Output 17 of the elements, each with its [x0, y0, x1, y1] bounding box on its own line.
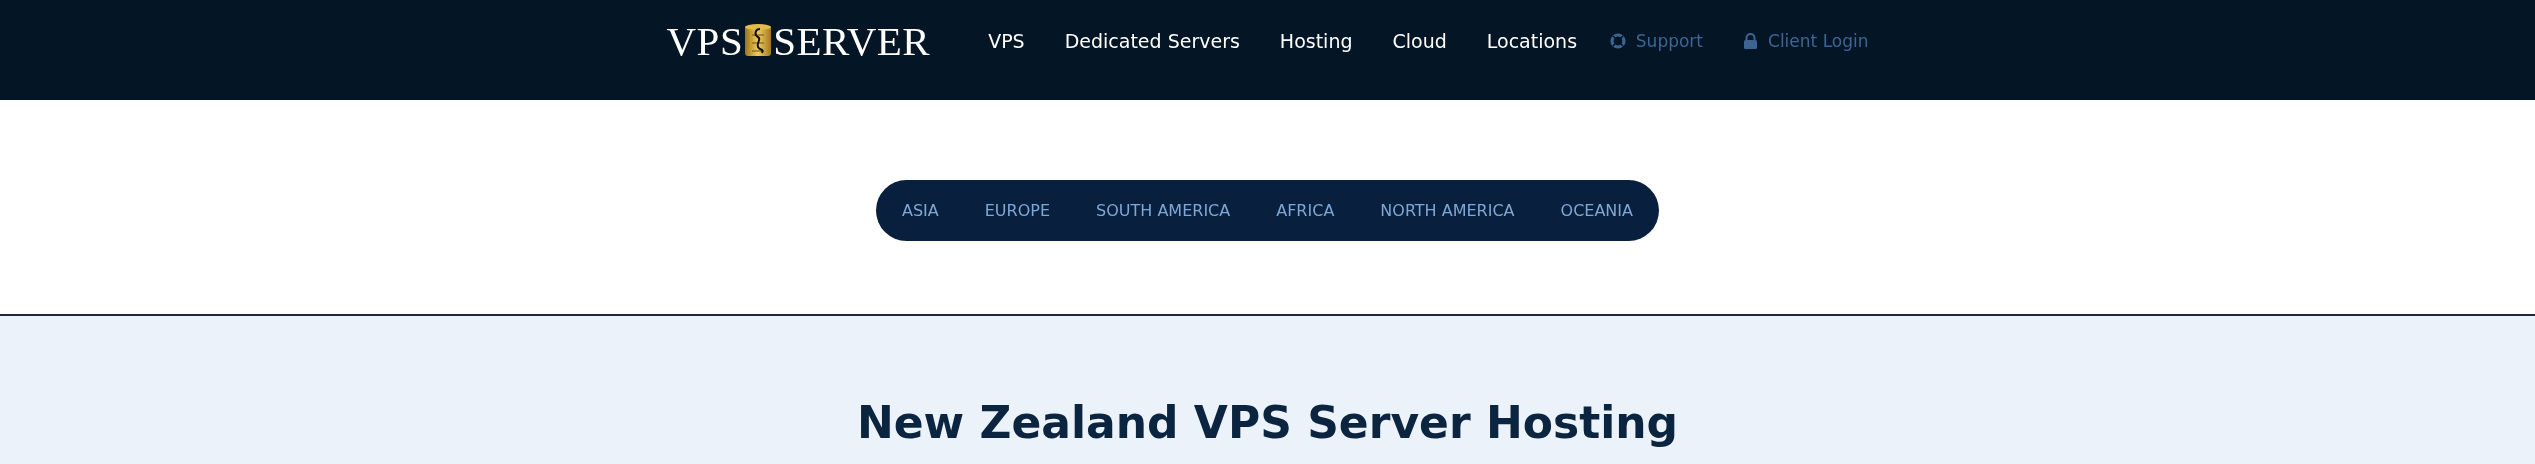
lock-icon: [1743, 33, 1758, 49]
region-link[interactable]: ASIA: [902, 201, 939, 220]
nav-link[interactable]: Cloud: [1392, 30, 1447, 52]
lifebuoy-icon: [1609, 33, 1626, 49]
page-heading: New Zealand VPS Server Hosting: [856, 399, 1679, 448]
region-link[interactable]: EUROPE: [984, 201, 1051, 220]
region-link[interactable]: SOUTH AMERICA: [1096, 201, 1231, 220]
nav-link[interactable]: Hosting: [1279, 30, 1353, 52]
logo-text: SERVER: [773, 20, 931, 62]
region-link[interactable]: NORTH AMERICA: [1380, 201, 1515, 220]
region-link[interactable]: OCEANIA: [1560, 201, 1633, 220]
nav-link[interactable]: VPS: [988, 30, 1025, 52]
nav-link[interactable]: Dedicated Servers: [1064, 30, 1240, 52]
database-icon: [745, 23, 772, 59]
region-link[interactable]: AFRICA: [1276, 201, 1335, 220]
nav-link[interactable]: Locations: [1486, 30, 1578, 52]
logo-text: VPS: [666, 20, 744, 62]
